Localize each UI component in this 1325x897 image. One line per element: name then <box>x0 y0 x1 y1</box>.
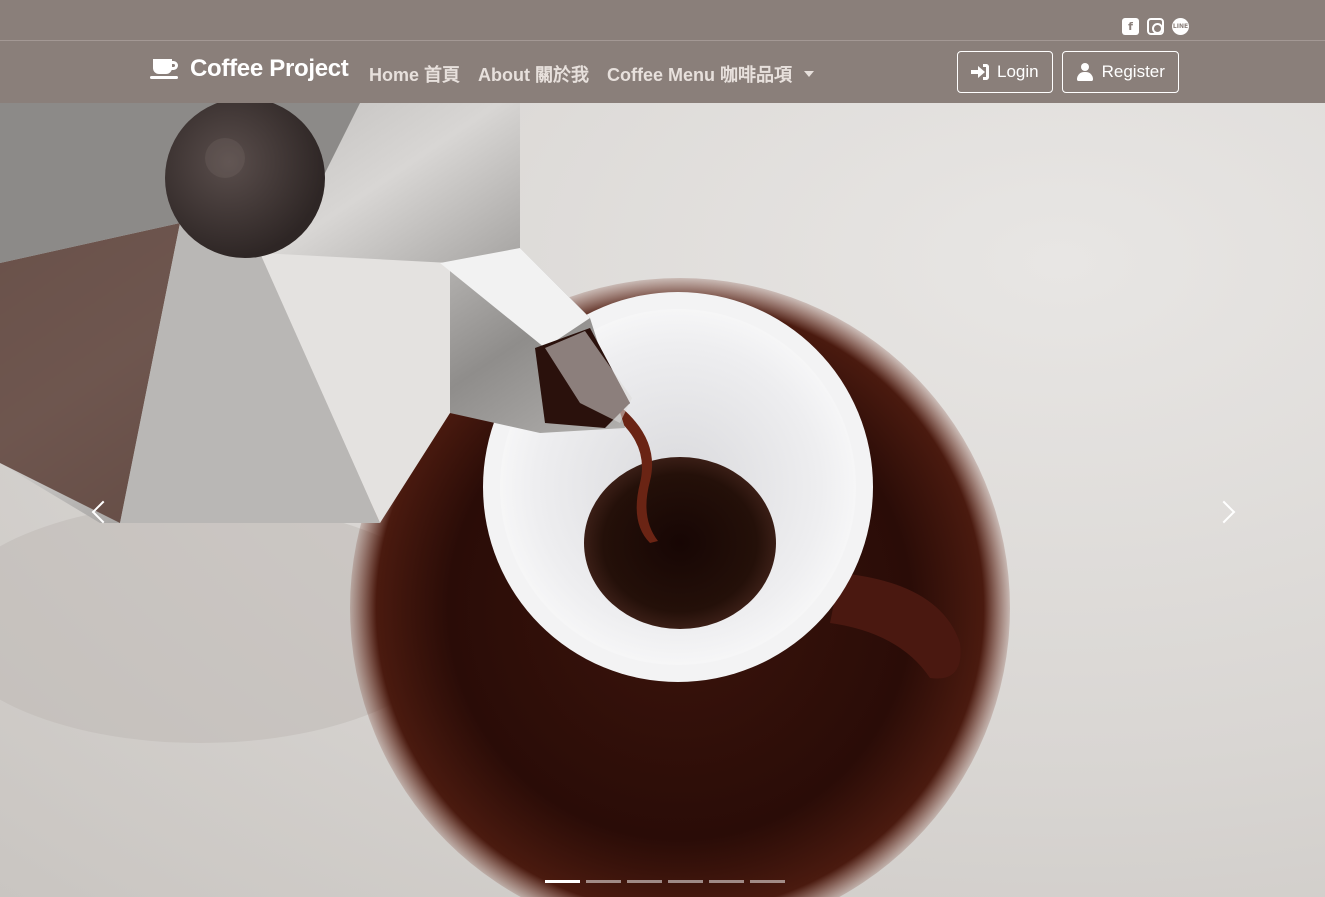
brand-name: Coffee Project <box>190 55 349 82</box>
carousel-next-button[interactable] <box>1212 495 1243 529</box>
nav-link-label: About 關於我 <box>478 65 589 85</box>
coffee-cup-icon <box>150 57 180 81</box>
social-links: f LINE <box>1122 18 1189 35</box>
social-topbar: f LINE <box>0 0 1325 41</box>
nav-link-home[interactable]: Home 首頁 <box>369 61 460 87</box>
facebook-icon[interactable]: f <box>1122 18 1139 35</box>
nav-link-label: Coffee Menu 咖啡品項 <box>607 65 793 85</box>
hero-carousel <box>0 103 1325 897</box>
nav-dropdown-coffee-menu[interactable]: Coffee Menu 咖啡品項 <box>607 61 815 87</box>
login-icon <box>971 63 989 81</box>
register-label: Register <box>1101 62 1165 81</box>
carousel-indicator[interactable] <box>668 880 703 883</box>
nav-links: Home 首頁 About 關於我 Coffee Menu 咖啡品項 <box>369 61 815 87</box>
carousel-indicators <box>545 880 785 883</box>
main-navbar: Coffee Project Home 首頁 About 關於我 Coffee … <box>0 41 1325 103</box>
user-icon <box>1076 63 1094 81</box>
nav-link-label: Home 首頁 <box>369 65 461 85</box>
login-label: Login <box>997 62 1039 81</box>
chevron-left-icon <box>91 500 115 524</box>
hero-coffee-image <box>0 103 1010 897</box>
instagram-icon[interactable] <box>1147 18 1164 35</box>
carousel-indicator[interactable] <box>750 880 785 883</box>
login-button[interactable]: Login <box>957 51 1053 93</box>
line-icon[interactable]: LINE <box>1172 18 1189 35</box>
chevron-right-icon <box>1212 500 1236 524</box>
register-button[interactable]: Register <box>1061 51 1179 93</box>
carousel-indicator[interactable] <box>627 880 662 883</box>
carousel-indicator[interactable] <box>586 880 621 883</box>
auth-buttons: Login Register <box>957 51 1179 93</box>
brand-logo[interactable]: Coffee Project <box>150 55 349 83</box>
carousel-indicator[interactable] <box>709 880 744 883</box>
nav-link-about[interactable]: About 關於我 <box>478 61 589 87</box>
carousel-prev-button[interactable] <box>84 495 115 529</box>
caret-down-icon <box>804 71 815 77</box>
carousel-indicator[interactable] <box>545 880 580 883</box>
